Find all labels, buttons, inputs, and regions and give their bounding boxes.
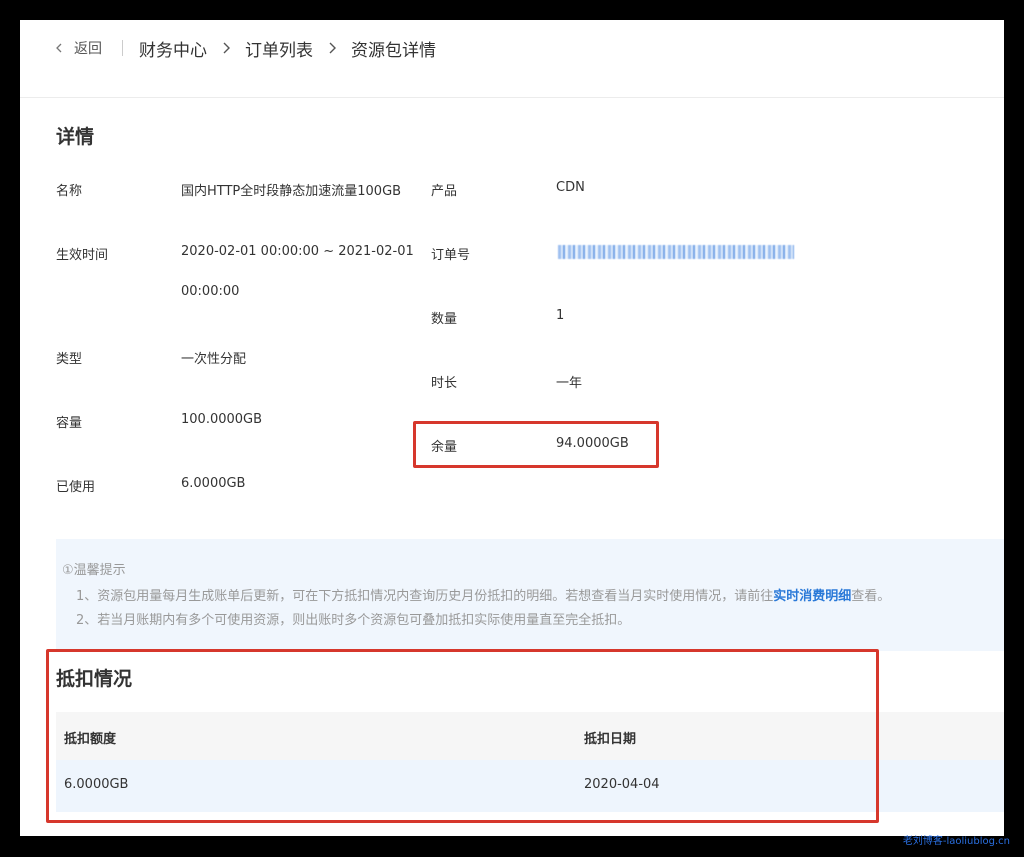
capacity-label: 容量	[56, 416, 83, 431]
duration-label: 时长	[431, 376, 458, 391]
watermark: 老刘博客-laoliublog.cn	[902, 836, 1010, 847]
order-number-label: 订单号	[431, 248, 471, 263]
effective-time-value-cont: 00:00:00	[181, 284, 240, 299]
effective-time-label: 生效时间	[56, 248, 109, 263]
back-link[interactable]: 返回	[74, 38, 102, 58]
deduction-highlight-box	[46, 649, 879, 823]
capacity-value: 100.0000GB	[181, 412, 263, 427]
chevron-left-icon[interactable]	[54, 43, 64, 53]
order-number-value-redacted[interactable]	[558, 245, 794, 259]
used-value: 6.0000GB	[181, 476, 246, 491]
effective-time-value: 2020-02-01 00:00:00 ~ 2021-02-01	[181, 244, 414, 259]
tip-line-1-text: 1、资源包用量每月生成账单后更新，可在下方抵扣情况内查询历史月份抵扣的明细。若想…	[76, 589, 774, 604]
tip-panel: ①温馨提示 1、资源包用量每月生成账单后更新，可在下方抵扣情况内查询历史月份抵扣…	[56, 539, 1004, 651]
breadcrumb-finance-center[interactable]: 财务中心	[139, 36, 207, 61]
duration-value: 一年	[556, 376, 583, 391]
name-value: 国内HTTP全时段静态加速流量100GB	[181, 184, 402, 199]
realtime-consumption-link[interactable]: 实时消费明细	[773, 589, 851, 604]
used-label: 已使用	[56, 480, 96, 495]
quantity-label: 数量	[431, 312, 458, 327]
tip-title: ①温馨提示	[62, 563, 126, 578]
breadcrumb-order-list[interactable]: 订单列表	[245, 36, 313, 61]
chevron-right-icon	[329, 42, 336, 54]
tip-line-1-suffix: 查看。	[851, 589, 891, 604]
name-label: 名称	[56, 184, 83, 199]
page-header: 返回 财务中心 订单列表 资源包详情	[20, 20, 1004, 98]
type-value: 一次性分配	[181, 352, 247, 367]
type-label: 类型	[56, 352, 83, 367]
breadcrumb: 返回 财务中心 订单列表 资源包详情	[54, 36, 436, 61]
tip-line-2: 2、若当月账期内有多个可使用资源，则出账时多个资源包可叠加抵扣实际使用量直至完全…	[76, 613, 631, 628]
page-frame: 返回 财务中心 订单列表 资源包详情 详情 名称 国内HTTP全时段静态加速流量…	[20, 20, 1004, 836]
product-label: 产品	[431, 184, 458, 199]
breadcrumb-resource-detail: 资源包详情	[351, 40, 436, 61]
details-title: 详情	[56, 126, 95, 148]
tip-line-1: 1、资源包用量每月生成账单后更新，可在下方抵扣情况内查询历史月份抵扣的明细。若想…	[76, 585, 890, 604]
quantity-value: 1	[556, 308, 565, 323]
divider	[122, 40, 123, 56]
product-value: CDN	[556, 180, 585, 195]
remaining-highlight-box	[413, 421, 659, 468]
chevron-right-icon	[223, 42, 230, 54]
